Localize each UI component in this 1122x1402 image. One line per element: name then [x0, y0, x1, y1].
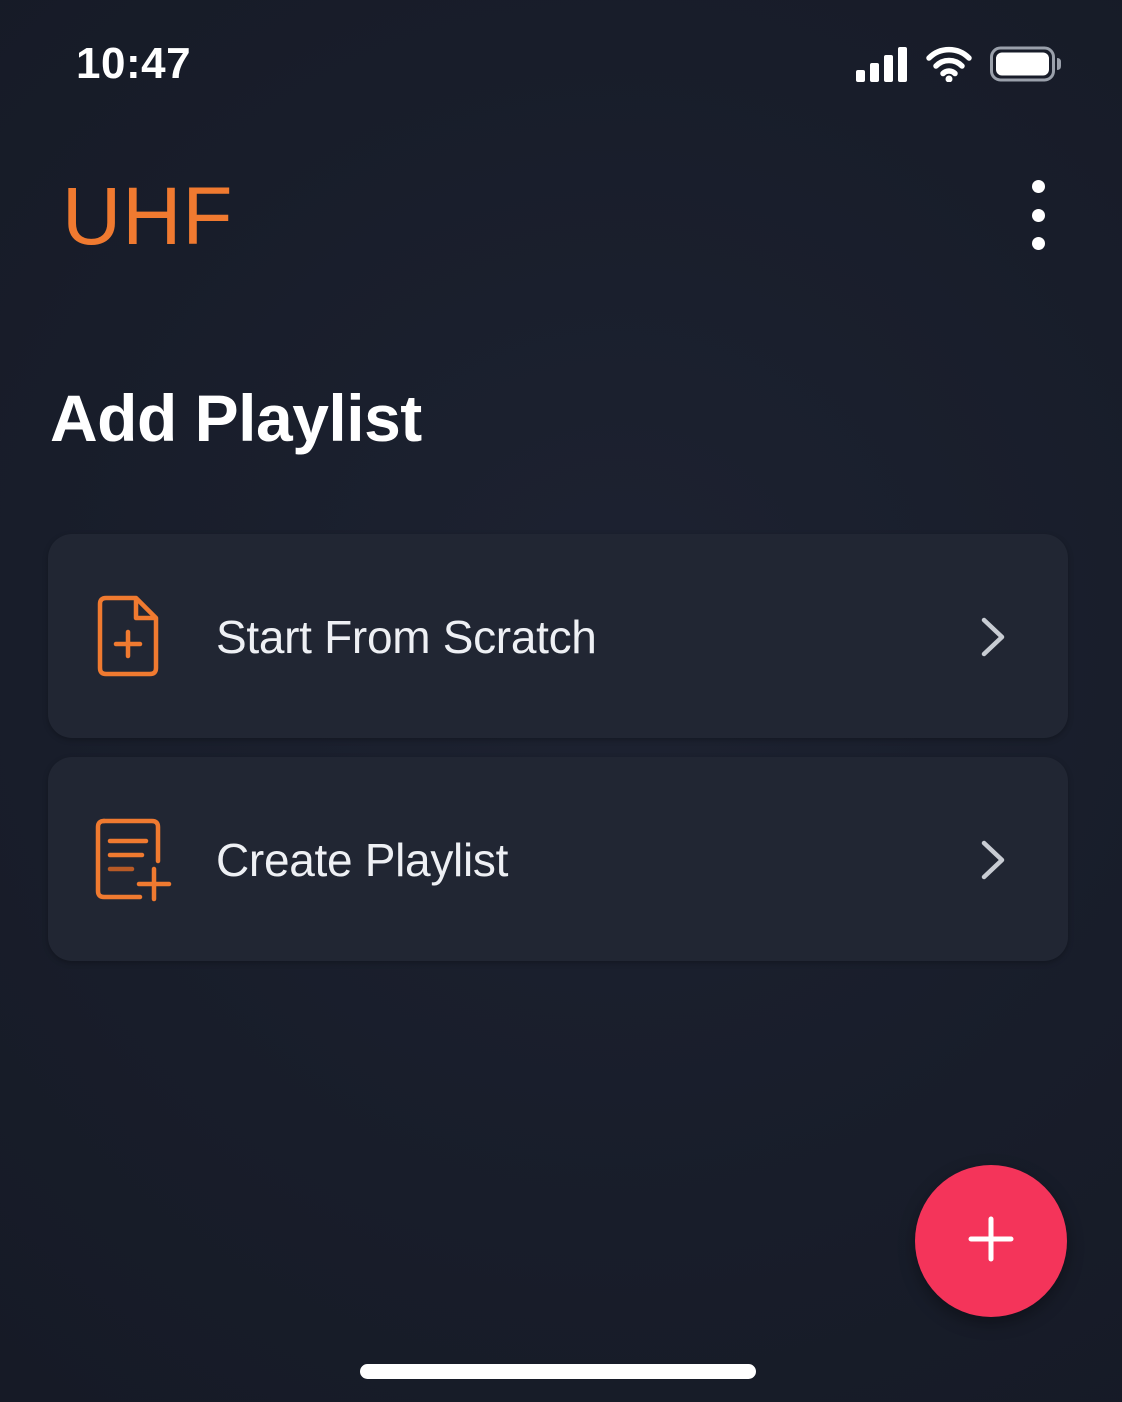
chevron-right-icon: [978, 837, 1008, 883]
file-plus-icon: [92, 592, 176, 682]
option-start-from-scratch[interactable]: Start From Scratch: [48, 534, 1068, 738]
option-create-playlist[interactable]: Create Playlist: [48, 757, 1068, 961]
playlist-add-icon: [92, 815, 176, 905]
more-vertical-icon: [1031, 180, 1045, 193]
status-time: 10:47: [76, 39, 192, 88]
battery-icon: [990, 46, 1062, 82]
wifi-icon: [926, 46, 972, 82]
add-fab-button[interactable]: [915, 1165, 1067, 1317]
more-options-button[interactable]: [1018, 180, 1058, 250]
plus-icon: [967, 1215, 1015, 1268]
status-icons: [856, 44, 1062, 84]
app-title: UHF: [62, 171, 234, 262]
home-indicator[interactable]: [360, 1364, 756, 1379]
chevron-right-icon: [978, 614, 1008, 660]
cellular-signal-icon: [856, 46, 908, 82]
option-label: Create Playlist: [216, 834, 509, 886]
page-title: Add Playlist: [50, 381, 422, 455]
more-vertical-icon-dot: [1031, 237, 1045, 250]
option-label: Start From Scratch: [216, 611, 597, 663]
more-vertical-icon-dot: [1031, 208, 1045, 222]
screen: 10:47 UHF Add Playlist Start From Scratc…: [0, 0, 1122, 1402]
